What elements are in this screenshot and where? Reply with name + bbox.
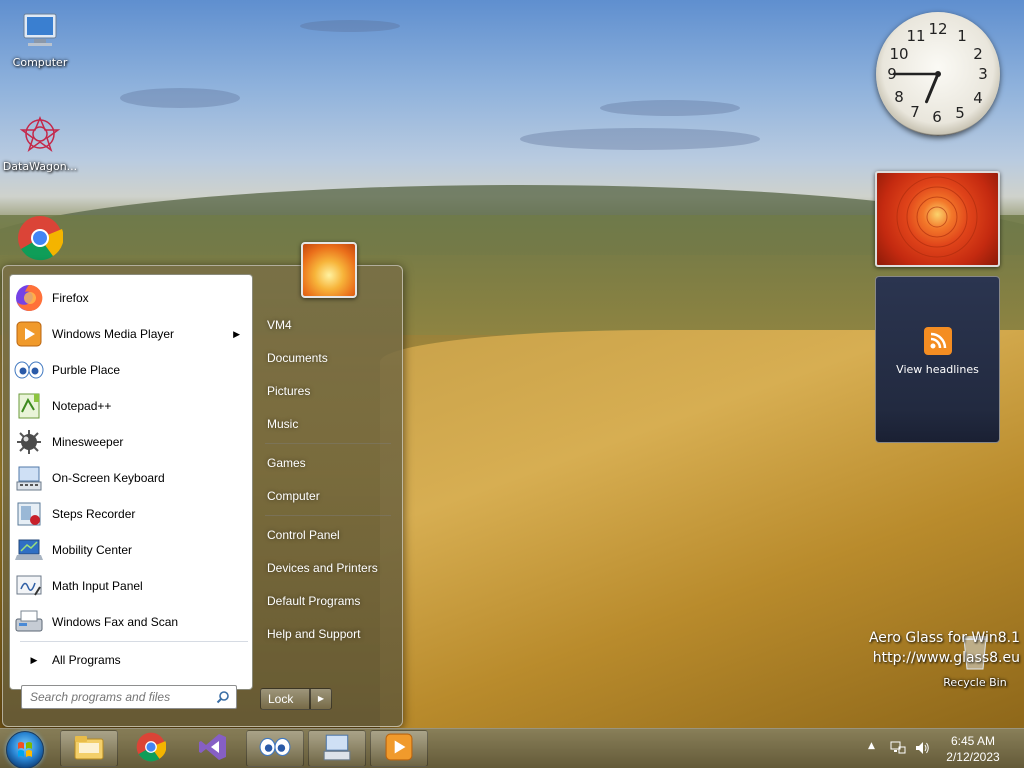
chrome-icon	[136, 732, 167, 765]
keyboard-icon	[322, 733, 352, 764]
right-column-separator	[265, 443, 391, 444]
taskbar-explorer[interactable]	[60, 730, 118, 767]
start-item-computer[interactable]: Computer	[261, 483, 391, 509]
start-item-games[interactable]: Games	[261, 450, 391, 476]
program-item-purble-place[interactable]: Purble Place	[14, 353, 250, 387]
program-item-notepadpp[interactable]: Notepad++	[14, 389, 250, 423]
program-label: Notepad++	[52, 399, 112, 413]
datawagon-icon	[16, 110, 64, 158]
desktop-icon-datawagon[interactable]: DataWagon...	[0, 110, 80, 173]
flower-photo	[896, 176, 978, 258]
taskbar-on-screen-keyboard[interactable]	[308, 730, 366, 767]
view-headlines-link[interactable]: View headlines	[876, 363, 999, 376]
lock-button[interactable]: Lock	[260, 688, 310, 710]
program-label: Mobility Center	[52, 543, 133, 557]
start-button[interactable]	[6, 731, 44, 768]
clock-hands	[892, 71, 941, 104]
steps-recorder-icon	[14, 499, 44, 529]
programs-separator	[20, 641, 248, 642]
all-programs-label: All Programs	[52, 653, 121, 667]
computer-icon	[16, 6, 64, 54]
fax-scan-icon	[14, 607, 44, 637]
chrome-icon	[16, 214, 64, 262]
triangle-right-icon: ▶	[30, 654, 38, 665]
start-menu: Firefox Windows Media Player ▶ Purble Pl…	[2, 242, 403, 727]
windows-logo-icon	[18, 742, 32, 757]
all-programs-button[interactable]: ▶ All Programs	[14, 647, 250, 673]
watermark-line: http://www.glass8.eu	[872, 650, 1020, 666]
search-input[interactable]	[30, 690, 210, 704]
program-item-minesweeper[interactable]: Minesweeper	[14, 425, 250, 459]
purble-place-icon	[259, 736, 291, 761]
program-label: On-Screen Keyboard	[52, 471, 165, 485]
desktop-icon-label: DataWagon...	[2, 160, 78, 173]
media-player-icon	[385, 733, 413, 764]
clock-center	[935, 71, 941, 77]
aero-glass-watermark: Aero Glass for Win8.1 http://www.glass8.…	[860, 628, 1020, 668]
volume-icon[interactable]	[914, 740, 930, 759]
shutdown-options-arrow-icon[interactable]: ▶	[310, 688, 332, 710]
firefox-icon	[14, 283, 44, 313]
clock-hour-hand	[925, 72, 940, 104]
start-item-default-programs[interactable]: Default Programs	[261, 588, 391, 614]
taskbar-clock[interactable]: 6:45 AM 2/12/2023	[930, 733, 1016, 765]
program-label: Math Input Panel	[52, 579, 143, 593]
start-item-help-and-support[interactable]: Help and Support	[261, 621, 391, 647]
submenu-arrow-icon: ▶	[233, 328, 240, 339]
math-input-icon	[14, 571, 44, 601]
explorer-icon	[73, 733, 105, 764]
program-item-math-input-panel[interactable]: Math Input Panel	[14, 569, 250, 603]
clock-date: 2/12/2023	[946, 750, 1000, 764]
purble-place-icon	[14, 355, 44, 385]
feed-headlines-gadget[interactable]: View headlines	[875, 276, 1000, 443]
right-column-separator	[265, 515, 391, 516]
program-item-windows-media-player[interactable]: Windows Media Player ▶	[14, 317, 250, 351]
clock-time: 6:45 AM	[950, 734, 996, 748]
program-label: Windows Fax and Scan	[52, 615, 179, 629]
visual-studio-icon	[198, 732, 228, 765]
show-hidden-icons-icon[interactable]: ▲	[868, 741, 875, 751]
desktop-icon-label: Recycle Bin	[943, 676, 1007, 689]
notepadpp-icon	[14, 391, 44, 421]
network-icon[interactable]	[890, 740, 906, 759]
slideshow-gadget[interactable]	[875, 171, 1000, 267]
taskbar-media-player[interactable]	[370, 730, 428, 767]
search-programs-box[interactable]	[21, 685, 237, 709]
program-label: Purble Place	[52, 363, 121, 377]
media-player-icon	[14, 319, 44, 349]
taskbar-chrome[interactable]	[122, 730, 180, 767]
program-label: Steps Recorder	[52, 507, 136, 521]
desktop-icon-label: Computer	[12, 56, 68, 69]
start-item-documents[interactable]: Documents	[261, 345, 391, 371]
rss-icon	[923, 327, 952, 355]
keyboard-icon	[14, 463, 44, 493]
start-item-control-panel[interactable]: Control Panel	[261, 522, 391, 548]
user-account-picture[interactable]	[301, 242, 357, 298]
start-item-devices-and-printers[interactable]: Devices and Printers	[261, 555, 391, 581]
taskbar-purble-place[interactable]	[246, 730, 304, 767]
start-item-music[interactable]: Music	[261, 411, 391, 437]
minesweeper-icon	[14, 427, 44, 457]
program-label: Windows Media Player	[52, 327, 175, 341]
clock-gadget[interactable]: 12 1 2 3 4 5 6 7 8 9 10 11	[876, 12, 1000, 136]
taskbar: ▲ 6:45 AM 2/12/2023	[0, 728, 1024, 768]
search-icon[interactable]	[216, 690, 230, 704]
desktop-icon-chrome[interactable]	[0, 214, 80, 264]
program-label: Minesweeper	[52, 435, 124, 449]
program-item-mobility-center[interactable]: Mobility Center	[14, 533, 250, 567]
watermark-line: Aero Glass for Win8.1	[868, 630, 1020, 646]
program-item-on-screen-keyboard[interactable]: On-Screen Keyboard	[14, 461, 250, 495]
programs-pane: Firefox Windows Media Player ▶ Purble Pl…	[9, 274, 253, 690]
start-item-pictures[interactable]: Pictures	[261, 378, 391, 404]
program-item-firefox[interactable]: Firefox	[14, 281, 250, 315]
program-item-windows-fax-and-scan[interactable]: Windows Fax and Scan	[14, 605, 250, 639]
program-item-steps-recorder[interactable]: Steps Recorder	[14, 497, 250, 531]
desktop-icon-computer[interactable]: Computer	[0, 6, 80, 69]
taskbar-visual-studio[interactable]	[184, 730, 242, 767]
start-item-vm4[interactable]: VM4	[261, 312, 391, 338]
mobility-center-icon	[14, 535, 44, 565]
program-label: Firefox	[52, 291, 89, 305]
